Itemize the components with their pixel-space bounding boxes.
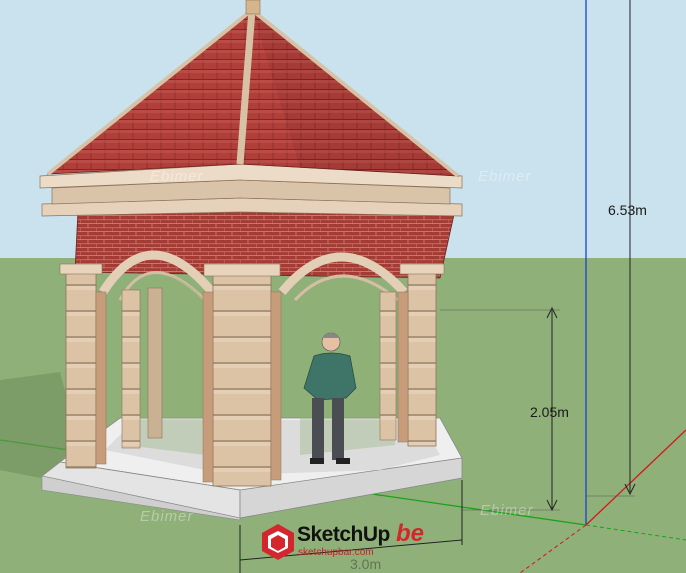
watermark-3: Ebimer — [480, 502, 534, 519]
pillar-left-cap — [59, 263, 103, 275]
model-viewport[interactable]: 6.53m 2.05m 3.0m Ebimer Ebimer Ebimer Eb… — [0, 0, 686, 573]
pillar-center-cap — [203, 263, 281, 277]
back-column-left — [121, 289, 141, 449]
roof-finial — [245, 0, 261, 15]
pillar-left — [65, 269, 97, 469]
logo-suffix: be — [396, 520, 425, 547]
sketchup-cube-icon — [262, 524, 294, 560]
pillar-center-side-right — [270, 291, 282, 481]
pillar-center — [212, 271, 272, 487]
back-column-mid — [147, 287, 163, 439]
watermark-2: Ebimer — [150, 168, 204, 185]
watermark-1: Ebimer — [478, 168, 532, 185]
person-height-label: 2.05m — [530, 404, 569, 420]
pillar-right — [407, 269, 437, 447]
watermark-4: Ebimer — [140, 508, 194, 525]
scene-canvas[interactable] — [0, 0, 686, 573]
pillar-left-inner — [95, 291, 107, 465]
total-height-label: 6.53m — [608, 202, 647, 218]
logo-brand: SketchUp — [297, 523, 390, 546]
sketchup-logo: SketchUp be sketchupbar.com — [261, 520, 429, 564]
logo-site: sketchupbar.com — [298, 547, 374, 558]
back-column-right — [379, 291, 397, 441]
pillar-center-side-left — [202, 291, 214, 483]
pillar-right-cap — [399, 263, 445, 275]
pillar-right-inner — [397, 291, 409, 443]
